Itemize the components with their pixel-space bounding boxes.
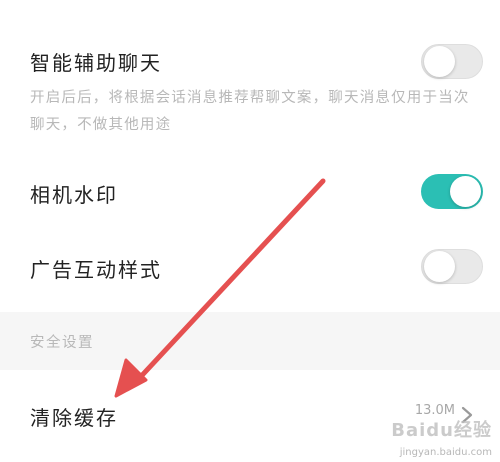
ad-interaction-title: 广告互动样式	[30, 258, 162, 282]
camera-watermark-title: 相机水印	[30, 183, 118, 207]
security-section-header: 安全设置	[0, 312, 500, 370]
smart-chat-toggle[interactable]	[421, 44, 483, 79]
toggle-knob	[424, 46, 455, 77]
camera-watermark-toggle[interactable]	[421, 174, 483, 209]
smart-chat-title: 智能辅助聊天	[30, 51, 162, 75]
ad-interaction-toggle[interactable]	[421, 249, 483, 284]
toggle-knob	[424, 251, 455, 282]
toggle-knob	[450, 176, 481, 207]
watermark-sub-text: jingyan.baidu.com	[399, 447, 492, 458]
security-section-label: 安全设置	[30, 335, 94, 351]
clear-cache-title: 清除缓存	[30, 406, 118, 430]
baidu-watermark: Baidu经验 jingyan.baidu.com	[372, 416, 492, 458]
watermark-main-text: Baidu经验	[391, 420, 492, 441]
settings-page: 智能辅助聊天 开启后后，将根据会话消息推荐帮聊文案，聊天消息仅用于当次聊天，不做…	[0, 0, 500, 462]
smart-chat-description: 开启后后，将根据会话消息推荐帮聊文案，聊天消息仅用于当次聊天，不做其他用途	[30, 90, 470, 133]
